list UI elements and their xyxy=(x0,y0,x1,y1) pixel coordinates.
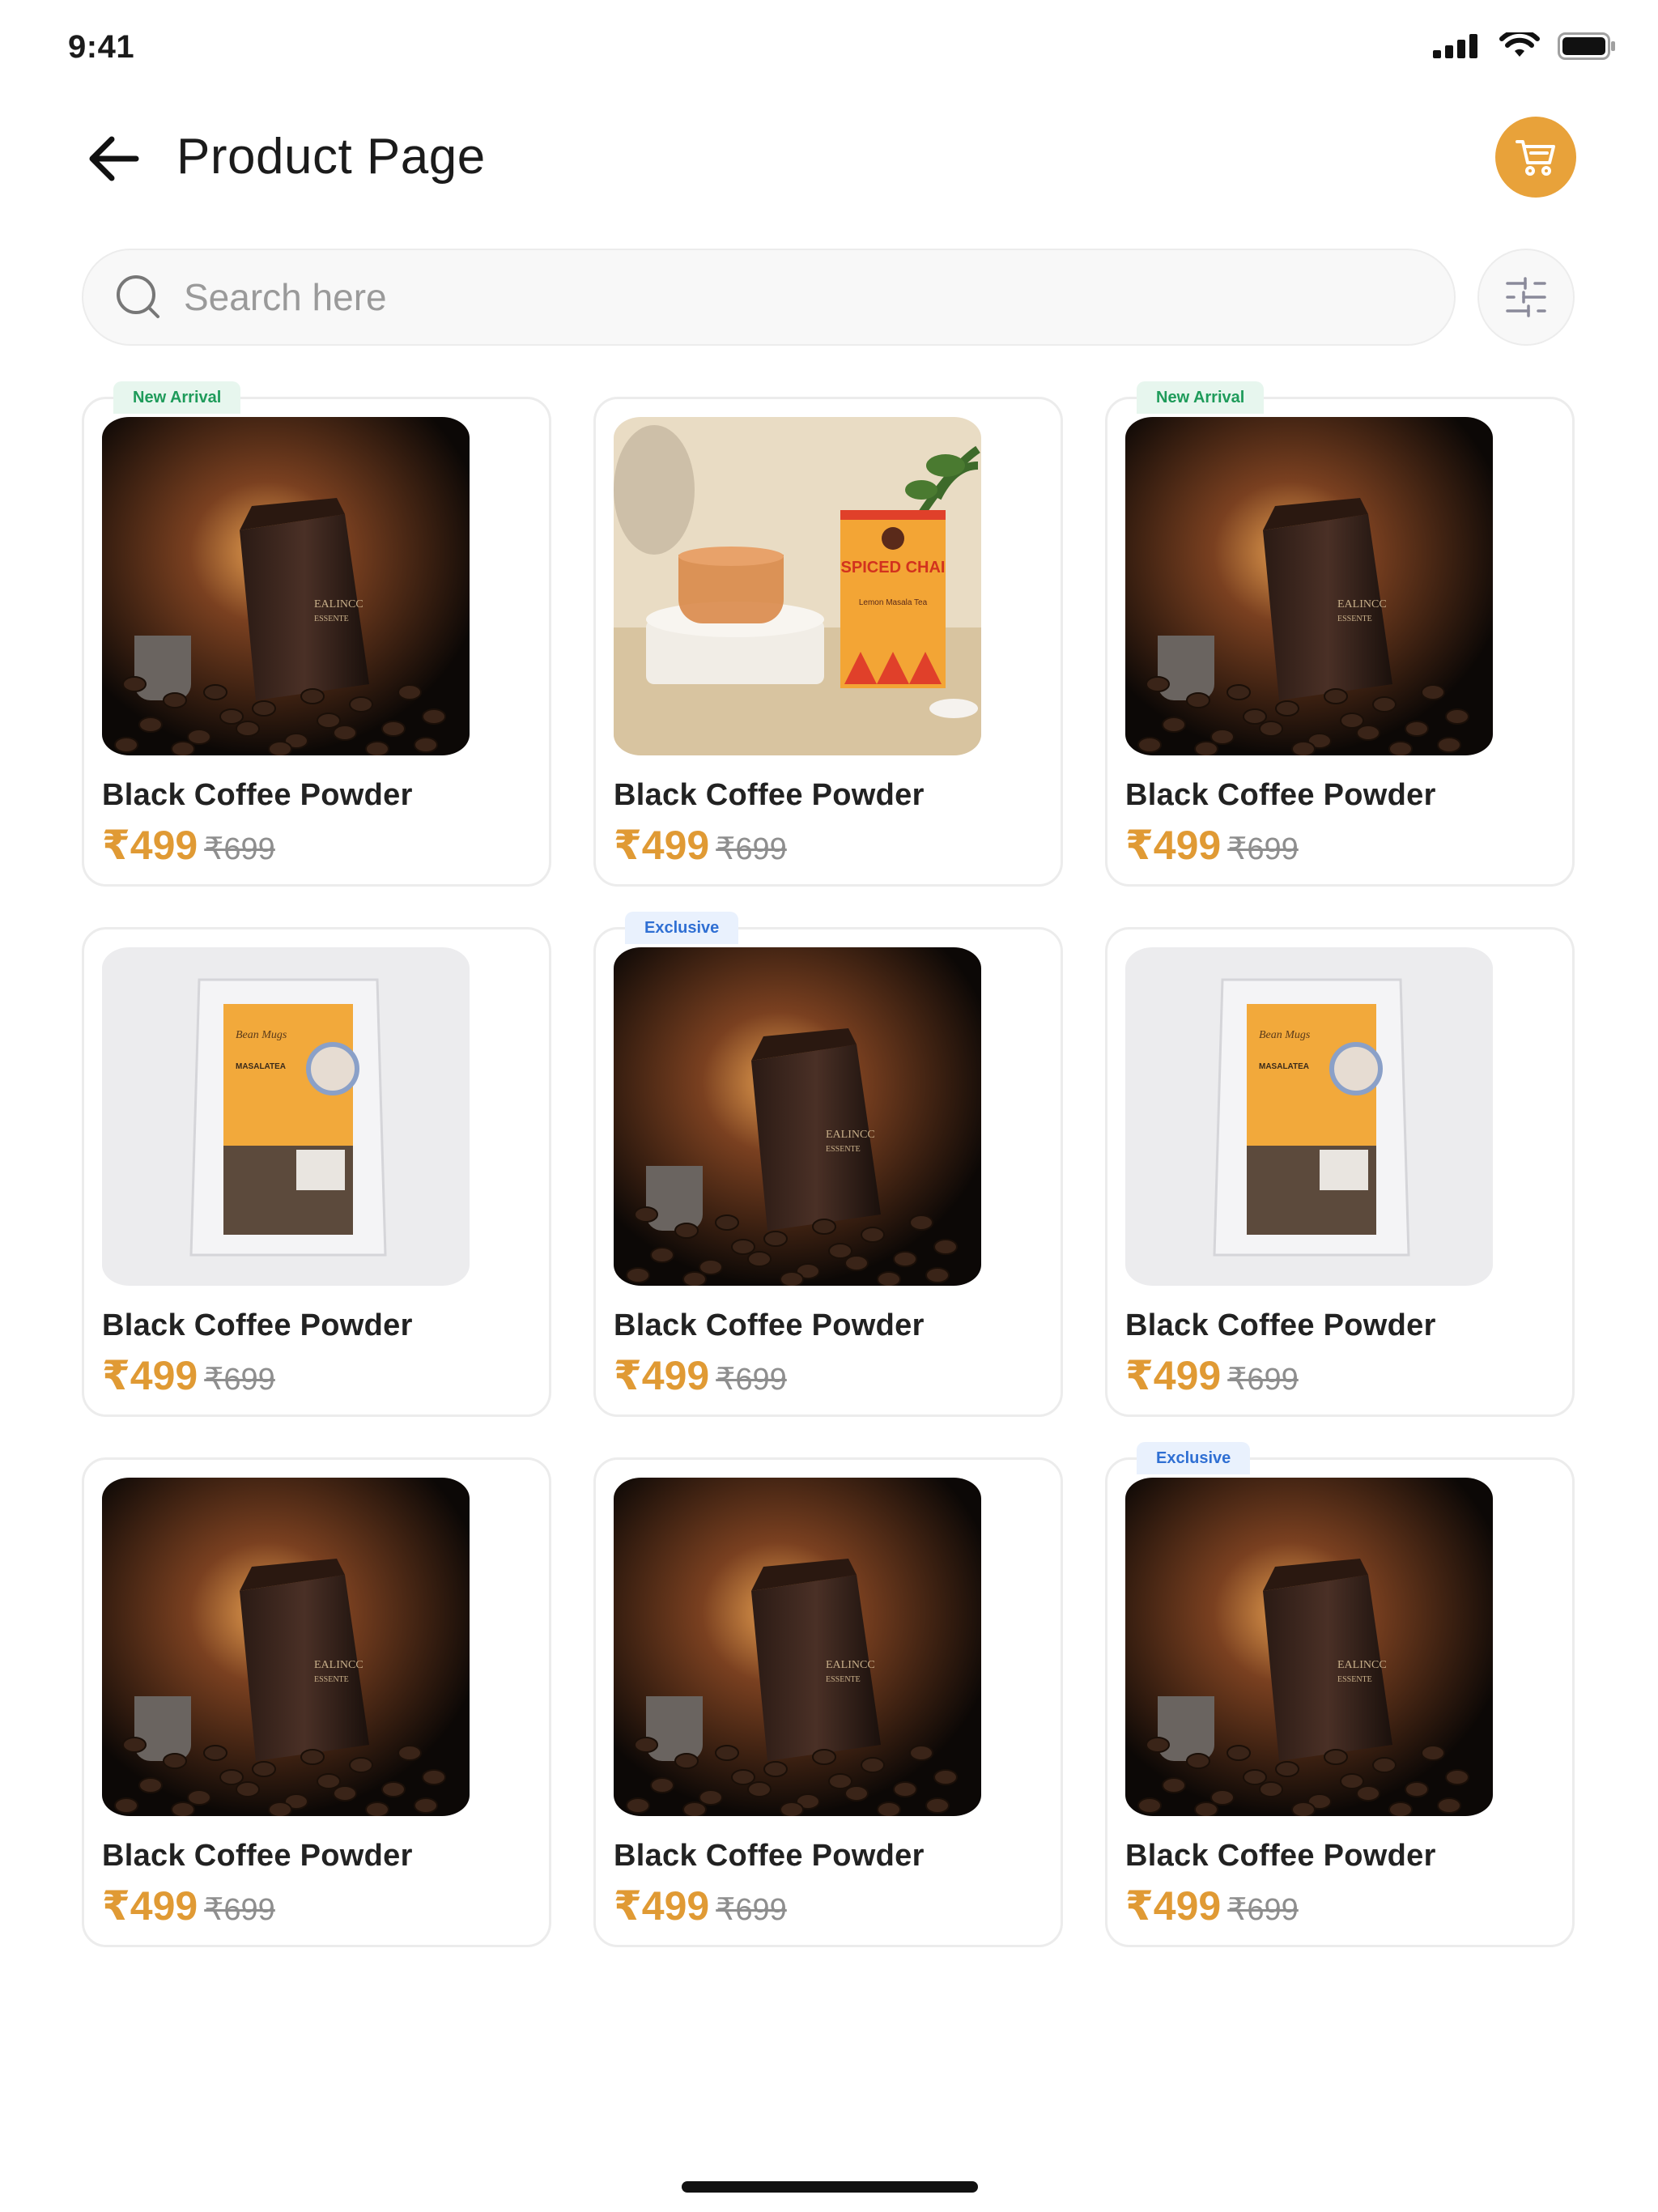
product-name: Black Coffee Powder xyxy=(102,1839,413,1873)
product-image: SPICED CHAI Lemon Masala Tea xyxy=(614,417,981,755)
product-image: EALINCC ESSENTE xyxy=(1125,1478,1493,1816)
header: Product Page xyxy=(0,113,1658,202)
product-card[interactable]: Bean Mugs MASALATEA Black Coffee Powder … xyxy=(82,927,551,1417)
cart-button[interactable] xyxy=(1495,117,1576,198)
product-image: Bean Mugs MASALATEA xyxy=(1125,947,1493,1286)
original-price: ₹699 xyxy=(1227,1363,1299,1397)
product-price: ₹499 ₹699 xyxy=(102,822,275,869)
product-price: ₹499 ₹699 xyxy=(614,1882,787,1929)
svg-text:Bean Mugs: Bean Mugs xyxy=(1259,1029,1311,1041)
product-price: ₹499 ₹699 xyxy=(102,1352,275,1399)
page-title: Product Page xyxy=(176,129,486,185)
original-price: ₹699 xyxy=(204,1893,275,1927)
svg-text:Bean Mugs: Bean Mugs xyxy=(236,1029,287,1041)
cart-icon xyxy=(1516,140,1555,176)
product-card[interactable]: EALINCC ESSENTE Black Coffee Powder ₹499… xyxy=(593,1457,1063,1947)
product-name: Black Coffee Powder xyxy=(1125,1308,1436,1342)
current-price: ₹499 xyxy=(1125,823,1222,868)
current-price: ₹499 xyxy=(614,1353,710,1398)
search-icon xyxy=(117,275,159,318)
product-card[interactable]: Exclusive EALINCC ESSENTE Black Coffee P… xyxy=(1105,1442,1575,1947)
product-price: ₹499 ₹699 xyxy=(1125,1882,1299,1929)
svg-text:ESSENTE: ESSENTE xyxy=(826,1675,861,1684)
original-price: ₹699 xyxy=(1227,1893,1299,1927)
svg-text:EALINCC: EALINCC xyxy=(826,1659,875,1671)
svg-text:Lemon Masala Tea: Lemon Masala Tea xyxy=(859,598,928,607)
current-price: ₹499 xyxy=(102,1883,198,1929)
status-time: 9:41 xyxy=(68,29,135,65)
original-price: ₹699 xyxy=(204,1363,275,1397)
product-badge: New Arrival xyxy=(1137,381,1265,414)
svg-text:EALINCC: EALINCC xyxy=(314,1659,363,1671)
product-name: Black Coffee Powder xyxy=(614,1308,925,1342)
product-badge: New Arrival xyxy=(113,381,241,414)
product-card[interactable]: EALINCC ESSENTE Black Coffee Powder ₹499… xyxy=(82,1457,551,1947)
svg-text:ESSENTE: ESSENTE xyxy=(826,1145,861,1154)
original-price: ₹699 xyxy=(716,832,787,866)
home-indicator xyxy=(682,2181,978,2193)
current-price: ₹499 xyxy=(1125,1353,1222,1398)
product-name: Black Coffee Powder xyxy=(614,1839,925,1873)
original-price: ₹699 xyxy=(716,1363,787,1397)
svg-text:EALINCC: EALINCC xyxy=(314,598,363,610)
product-name: Black Coffee Powder xyxy=(1125,1839,1436,1873)
svg-text:ESSENTE: ESSENTE xyxy=(1337,1675,1372,1684)
product-image: EALINCC ESSENTE xyxy=(614,947,981,1286)
product-image: Bean Mugs MASALATEA xyxy=(102,947,470,1286)
original-price: ₹699 xyxy=(1227,832,1299,866)
current-price: ₹499 xyxy=(102,823,198,868)
arrow-left-icon xyxy=(89,136,139,181)
back-button[interactable] xyxy=(84,130,142,188)
product-card[interactable]: New Arrival EALINCC ESSENTE Black Coffee… xyxy=(1105,381,1575,887)
svg-text:EALINCC: EALINCC xyxy=(1337,598,1387,610)
battery-icon xyxy=(1558,32,1615,60)
wifi-icon xyxy=(1499,32,1540,57)
current-price: ₹499 xyxy=(1125,1883,1222,1929)
product-card[interactable]: Exclusive EALINCC ESSENTE Black Coffee P… xyxy=(593,912,1063,1417)
product-name: Black Coffee Powder xyxy=(614,778,925,812)
svg-text:MASALATEA: MASALATEA xyxy=(236,1062,286,1071)
product-image: EALINCC ESSENTE xyxy=(102,417,470,755)
product-price: ₹499 ₹699 xyxy=(1125,1352,1299,1399)
filter-button[interactable] xyxy=(1477,249,1575,346)
product-image: EALINCC ESSENTE xyxy=(1125,417,1493,755)
product-card[interactable]: Bean Mugs MASALATEA Black Coffee Powder … xyxy=(1105,927,1575,1417)
status-bar: 9:41 xyxy=(0,0,1658,97)
svg-text:ESSENTE: ESSENTE xyxy=(1337,615,1372,623)
svg-text:MASALATEA: MASALATEA xyxy=(1259,1062,1309,1071)
product-name: Black Coffee Powder xyxy=(1125,778,1436,812)
svg-text:ESSENTE: ESSENTE xyxy=(314,615,349,623)
product-price: ₹499 ₹699 xyxy=(1125,822,1299,869)
search-bar xyxy=(82,249,1456,346)
product-badge: Exclusive xyxy=(625,912,739,944)
original-price: ₹699 xyxy=(716,1893,787,1927)
current-price: ₹499 xyxy=(102,1353,198,1398)
product-image: EALINCC ESSENTE xyxy=(102,1478,470,1816)
sliders-icon xyxy=(1506,277,1546,317)
product-name: Black Coffee Powder xyxy=(102,1308,413,1342)
current-price: ₹499 xyxy=(614,1883,710,1929)
product-card[interactable]: New Arrival EALINCC ESSENTE Black Coffee… xyxy=(82,381,551,887)
svg-text:EALINCC: EALINCC xyxy=(1337,1659,1387,1671)
svg-text:SPICED CHAI: SPICED CHAI xyxy=(841,559,946,576)
svg-text:ESSENTE: ESSENTE xyxy=(314,1675,349,1684)
cellular-signal-icon xyxy=(1433,34,1477,58)
search-input[interactable] xyxy=(184,275,1358,319)
current-price: ₹499 xyxy=(614,823,710,868)
product-price: ₹499 ₹699 xyxy=(614,1352,787,1399)
product-badge: Exclusive xyxy=(1137,1442,1251,1474)
product-image: EALINCC ESSENTE xyxy=(614,1478,981,1816)
product-grid: New Arrival EALINCC ESSENTE Black Coffee… xyxy=(82,381,1575,1947)
product-price: ₹499 ₹699 xyxy=(102,1882,275,1929)
product-price: ₹499 ₹699 xyxy=(614,822,787,869)
product-name: Black Coffee Powder xyxy=(102,778,413,812)
svg-text:EALINCC: EALINCC xyxy=(826,1129,875,1141)
product-card[interactable]: SPICED CHAI Lemon Masala Tea Black Coffe… xyxy=(593,397,1063,887)
status-icons xyxy=(1433,32,1616,60)
original-price: ₹699 xyxy=(204,832,275,866)
